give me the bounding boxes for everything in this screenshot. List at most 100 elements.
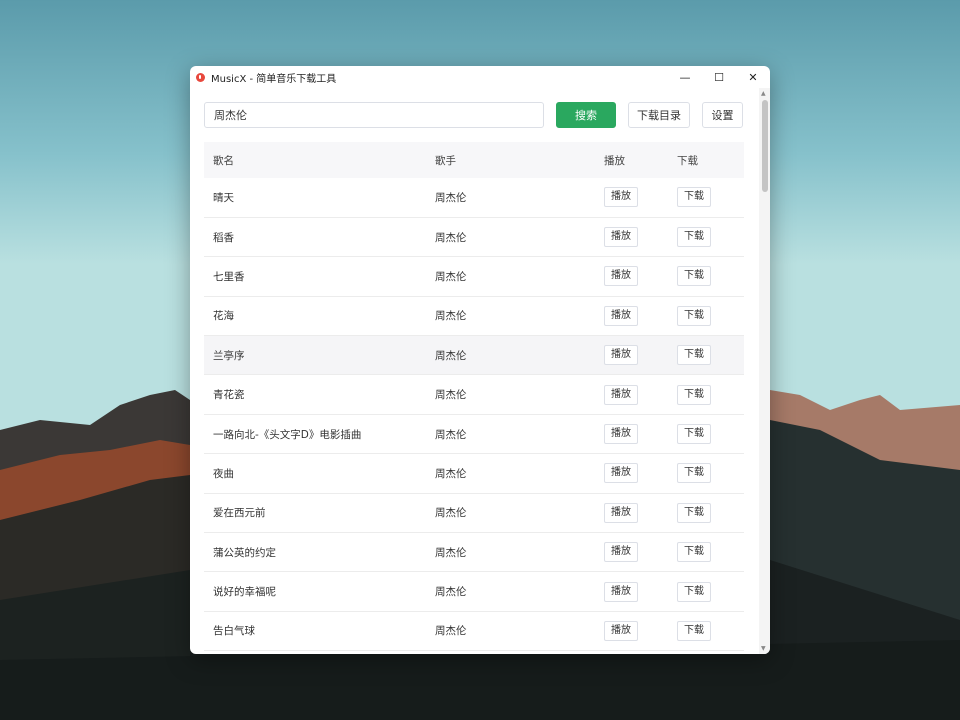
- close-button[interactable]: ✕: [736, 66, 770, 88]
- download-cell: 下载: [668, 178, 744, 217]
- song-name-cell: 夜曲: [213, 467, 234, 480]
- artist-cell: 周杰伦: [435, 191, 467, 204]
- song-name-cell: 晴天: [213, 191, 234, 204]
- download-cell: 下载: [668, 296, 744, 335]
- download-button[interactable]: 下载: [677, 187, 711, 208]
- song-name-cell: 花海: [213, 310, 234, 323]
- artist-cell: 周杰伦: [435, 270, 467, 283]
- play-button[interactable]: 播放: [604, 581, 638, 602]
- app-logo-icon: [196, 72, 205, 82]
- table-row[interactable]: 兰亭序 周杰伦 播放 下载: [204, 335, 744, 375]
- song-table-body: 晴天 周杰伦 播放 下载 稻香 周杰伦 播放 下载 七里香 周杰伦 播放 下载 花海 周杰伦 播放 下载 兰亭序…: [204, 178, 744, 651]
- artist-cell: 周杰伦: [435, 625, 467, 638]
- play-cell: 播放: [595, 493, 668, 532]
- play-button[interactable]: 播放: [604, 227, 638, 248]
- download-cell: 下载: [668, 414, 744, 453]
- song-table: 歌名 歌手 播放 下载 晴天 周杰伦 播放 下载 稻香 周杰伦 播放 下载 七里香 周杰伦 播放 下载…: [204, 142, 744, 651]
- download-button[interactable]: 下载: [677, 384, 711, 405]
- header-play: 播放: [604, 154, 625, 167]
- header-song-name: 歌名: [213, 154, 234, 167]
- download-button[interactable]: 下载: [677, 502, 711, 523]
- play-button[interactable]: 播放: [604, 384, 638, 405]
- play-button[interactable]: 播放: [604, 502, 638, 523]
- maximize-button[interactable]: ☐: [702, 66, 736, 88]
- play-button[interactable]: 播放: [604, 305, 638, 326]
- play-cell: 播放: [595, 414, 668, 453]
- scroll-thumb[interactable]: [762, 100, 768, 192]
- play-button[interactable]: 播放: [604, 187, 638, 208]
- download-cell: 下载: [668, 454, 744, 493]
- download-cell: 下载: [668, 257, 744, 296]
- artist-cell: 周杰伦: [435, 349, 467, 362]
- download-directory-button[interactable]: 下载目录: [628, 102, 690, 128]
- download-button[interactable]: 下载: [677, 542, 711, 563]
- vertical-scrollbar[interactable]: ▲ ▼: [759, 88, 770, 654]
- artist-cell: 周杰伦: [435, 467, 467, 480]
- download-button[interactable]: 下载: [677, 345, 711, 366]
- song-name-cell: 兰亭序: [213, 349, 245, 362]
- play-button[interactable]: 播放: [604, 424, 638, 445]
- window-controls: — ☐ ✕: [668, 66, 770, 88]
- table-row[interactable]: 青花瓷 周杰伦 播放 下载: [204, 375, 744, 415]
- download-cell: 下载: [668, 493, 744, 532]
- play-button[interactable]: 播放: [604, 345, 638, 366]
- play-button[interactable]: 播放: [604, 266, 638, 287]
- table-header-row: 歌名 歌手 播放 下载: [204, 142, 744, 178]
- table-row[interactable]: 一路向北-《头文字D》电影插曲 周杰伦 播放 下载: [204, 414, 744, 454]
- table-row[interactable]: 晴天 周杰伦 播放 下载: [204, 178, 744, 218]
- download-button[interactable]: 下载: [677, 227, 711, 248]
- song-name-cell: 爱在西元前: [213, 507, 266, 520]
- song-name-cell: 七里香: [213, 270, 245, 283]
- artist-cell: 周杰伦: [435, 586, 467, 599]
- play-button[interactable]: 播放: [604, 620, 638, 641]
- download-cell: 下载: [668, 572, 744, 611]
- download-button[interactable]: 下载: [677, 424, 711, 445]
- download-button[interactable]: 下载: [677, 620, 711, 641]
- table-row[interactable]: 蒲公英的约定 周杰伦 播放 下载: [204, 533, 744, 572]
- play-button[interactable]: 播放: [604, 542, 638, 563]
- artist-cell: 周杰伦: [435, 428, 467, 441]
- song-name-cell: 青花瓷: [213, 389, 245, 402]
- table-row[interactable]: 夜曲 周杰伦 播放 下载: [204, 454, 744, 494]
- song-name-cell: 告白气球: [213, 625, 255, 638]
- play-cell: 播放: [595, 178, 668, 217]
- download-cell: 下载: [668, 217, 744, 256]
- artist-cell: 周杰伦: [435, 507, 467, 520]
- download-button[interactable]: 下载: [677, 305, 711, 326]
- artist-cell: 周杰伦: [435, 310, 467, 323]
- minimize-button[interactable]: —: [668, 66, 702, 88]
- play-cell: 播放: [595, 572, 668, 611]
- play-cell: 播放: [595, 217, 668, 256]
- scroll-up-icon[interactable]: ▲: [761, 90, 766, 97]
- artist-cell: 周杰伦: [435, 546, 467, 559]
- download-cell: 下载: [668, 375, 744, 414]
- search-input[interactable]: [204, 102, 544, 128]
- table-row[interactable]: 稻香 周杰伦 播放 下载: [204, 217, 744, 257]
- scroll-down-icon[interactable]: ▼: [761, 645, 766, 652]
- settings-button[interactable]: 设置: [702, 102, 743, 128]
- toolbar: 搜索 下载目录 设置: [204, 102, 744, 128]
- table-row[interactable]: 七里香 周杰伦 播放 下载: [204, 257, 744, 297]
- download-cell: 下载: [668, 533, 744, 572]
- table-row[interactable]: 花海 周杰伦 播放 下载: [204, 296, 744, 336]
- artist-cell: 周杰伦: [435, 231, 467, 244]
- play-cell: 播放: [595, 533, 668, 572]
- song-name-cell: 蒲公英的约定: [213, 546, 276, 559]
- play-button[interactable]: 播放: [604, 463, 638, 484]
- download-button[interactable]: 下载: [677, 581, 711, 602]
- table-row[interactable]: 告白气球 周杰伦 播放 下载: [204, 611, 744, 651]
- table-row[interactable]: 说好的幸福呢 周杰伦 播放 下载: [204, 572, 744, 612]
- play-cell: 播放: [595, 375, 668, 414]
- app-window: MusicX - 简单音乐下载工具 — ☐ ✕ 搜索 下载目录 设置 歌名 歌手…: [190, 66, 770, 654]
- download-button[interactable]: 下载: [677, 463, 711, 484]
- download-button[interactable]: 下载: [677, 266, 711, 287]
- download-cell: 下载: [668, 611, 744, 650]
- header-artist: 歌手: [435, 154, 456, 167]
- download-cell: 下载: [668, 336, 744, 375]
- play-cell: 播放: [595, 611, 668, 650]
- search-button[interactable]: 搜索: [556, 102, 616, 128]
- play-cell: 播放: [595, 257, 668, 296]
- table-row[interactable]: 爱在西元前 周杰伦 播放 下载: [204, 493, 744, 533]
- title-bar[interactable]: MusicX - 简单音乐下载工具 — ☐ ✕: [190, 66, 770, 88]
- song-name-cell: 一路向北-《头文字D》电影插曲: [213, 428, 362, 441]
